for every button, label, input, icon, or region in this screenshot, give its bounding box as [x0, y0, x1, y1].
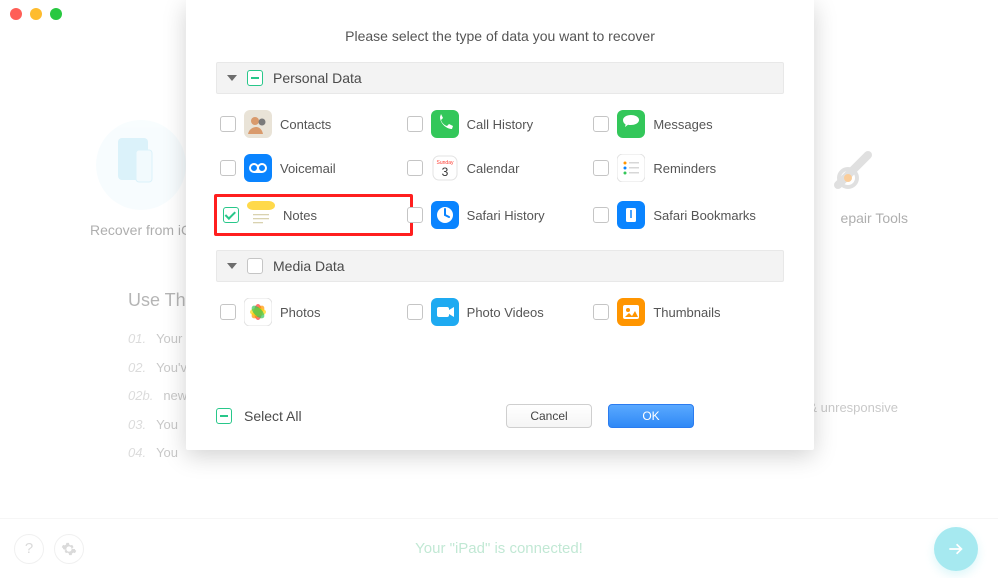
datatype-checkbox[interactable]	[220, 304, 236, 320]
datatype-callhistory[interactable]: Call History	[407, 110, 594, 138]
voicemail-icon	[244, 154, 272, 182]
data-type-modal: Please select the type of data you want …	[186, 0, 814, 450]
datatype-checkbox[interactable]	[407, 160, 423, 176]
datatype-contacts[interactable]: Contacts	[220, 110, 407, 138]
cancel-button[interactable]: Cancel	[506, 404, 592, 428]
datatype-checkbox[interactable]	[407, 116, 423, 132]
ok-button[interactable]: OK	[608, 404, 694, 428]
svg-text:3: 3	[441, 165, 448, 179]
datatype-label: Calendar	[467, 161, 520, 176]
safari-history-icon	[431, 201, 459, 229]
messages-icon	[617, 110, 645, 138]
datatype-checkbox[interactable]	[220, 160, 236, 176]
datatype-checkbox[interactable]	[220, 116, 236, 132]
modal-title: Please select the type of data you want …	[186, 0, 814, 62]
phone-icon	[431, 110, 459, 138]
section-header[interactable]: Personal Data	[216, 62, 784, 94]
datatype-checkbox[interactable]	[593, 207, 609, 223]
datatype-checkbox[interactable]	[593, 160, 609, 176]
datatype-label: Messages	[653, 117, 712, 132]
datatype-safarihistory[interactable]: Safari History	[407, 198, 594, 232]
datatype-label: Photo Videos	[467, 305, 544, 320]
help-button[interactable]: ?	[14, 534, 44, 564]
photos-icon	[244, 298, 272, 326]
datatype-checkbox[interactable]	[407, 207, 423, 223]
modal-body: Personal Data Contacts Call History Mess…	[186, 62, 814, 394]
chevron-down-icon	[227, 75, 237, 81]
settings-button[interactable]	[54, 534, 84, 564]
datatype-label: Reminders	[653, 161, 716, 176]
datatype-checkbox[interactable]	[223, 207, 239, 223]
select-all-row[interactable]: Select All	[216, 408, 302, 424]
datatype-label: Safari History	[467, 208, 545, 223]
datatype-thumbnails[interactable]: Thumbnails	[593, 298, 780, 326]
section-grid: Contacts Call History Messages Voicemail…	[216, 94, 784, 250]
datatype-photos[interactable]: Photos	[220, 298, 407, 326]
photo-videos-icon	[431, 298, 459, 326]
section-label: Personal Data	[273, 70, 362, 86]
datatype-checkbox[interactable]	[593, 116, 609, 132]
datatype-reminders[interactable]: Reminders	[593, 154, 780, 182]
datatype-notes[interactable]: Notes	[214, 194, 413, 236]
section-label: Media Data	[273, 258, 345, 274]
datatype-label: Thumbnails	[653, 305, 720, 320]
section-checkbox[interactable]	[247, 258, 263, 274]
datatype-label: Safari Bookmarks	[653, 208, 756, 223]
section-grid: Photos Photo Videos Thumbnails	[216, 282, 784, 344]
bg-card-label: Recover from iC	[90, 222, 191, 238]
bg-repair-card: epair Tools	[841, 120, 908, 238]
select-all-checkbox[interactable]	[216, 408, 232, 424]
datatype-checkbox[interactable]	[593, 304, 609, 320]
footer-status: Your "iPad" is connected!	[415, 540, 583, 557]
select-all-label: Select All	[244, 408, 302, 424]
safari-bookmarks-icon	[617, 201, 645, 229]
datatype-messages[interactable]: Messages	[593, 110, 780, 138]
chevron-down-icon	[227, 263, 237, 269]
wrench-gear-icon	[828, 130, 898, 203]
datatype-label: Photos	[280, 305, 320, 320]
datatype-photovideos[interactable]: Photo Videos	[407, 298, 594, 326]
datatype-label: Voicemail	[280, 161, 336, 176]
next-button[interactable]	[934, 527, 978, 571]
gear-icon	[61, 541, 77, 557]
footer: ? Your "iPad" is connected!	[0, 518, 998, 578]
datatype-label: Call History	[467, 117, 533, 132]
datatype-label: Contacts	[280, 117, 331, 132]
thumbnails-icon	[617, 298, 645, 326]
contacts-icon	[244, 110, 272, 138]
datatype-checkbox[interactable]	[407, 304, 423, 320]
reminders-icon	[617, 154, 645, 182]
bg-recover-card: Recover from iC	[90, 120, 191, 238]
device-illustration-icon	[96, 120, 186, 210]
datatype-calendar[interactable]: Sunday3 Calendar	[407, 154, 594, 182]
datatype-safaribookmarks[interactable]: Safari Bookmarks	[593, 198, 780, 232]
datatype-label: Notes	[283, 208, 317, 223]
arrow-right-icon	[946, 539, 966, 559]
section-header[interactable]: Media Data	[216, 250, 784, 282]
bg-card-label: epair Tools	[841, 210, 908, 226]
calendar-icon: Sunday3	[431, 154, 459, 182]
section-checkbox[interactable]	[247, 70, 263, 86]
datatype-voicemail[interactable]: Voicemail	[220, 154, 407, 182]
notes-icon	[247, 201, 275, 229]
